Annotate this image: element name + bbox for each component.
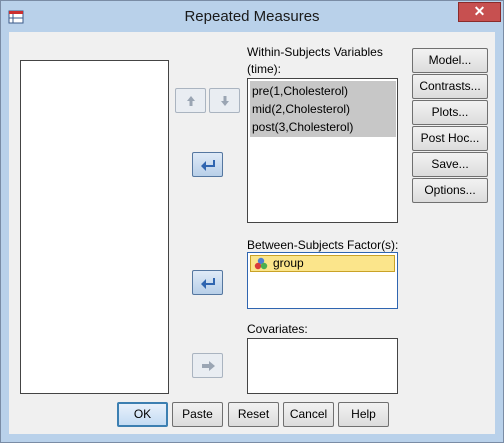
list-item[interactable]: group bbox=[250, 255, 395, 272]
arrow-right-icon bbox=[200, 159, 215, 171]
reset-button[interactable]: Reset bbox=[228, 402, 279, 427]
within-item[interactable]: pre(1,Cholesterol) bbox=[252, 82, 348, 100]
move-to-between-button[interactable] bbox=[192, 270, 223, 295]
nominal-variable-icon bbox=[254, 257, 268, 270]
within-item[interactable]: post(3,Cholesterol) bbox=[252, 118, 353, 136]
between-subjects-label: Between-Subjects Factor(s): bbox=[247, 238, 399, 252]
move-down-button[interactable] bbox=[209, 88, 240, 113]
paste-button[interactable]: Paste bbox=[172, 402, 223, 427]
move-to-within-button[interactable] bbox=[192, 152, 223, 177]
arrow-down-icon bbox=[220, 95, 229, 106]
contrasts-button[interactable]: Contrasts... bbox=[412, 74, 488, 99]
model-button[interactable]: Model... bbox=[412, 48, 488, 73]
move-to-covariates-button[interactable] bbox=[192, 353, 223, 378]
window-title: Repeated Measures bbox=[184, 8, 320, 25]
repeated-measures-dialog: Repeated Measures ✕ Within-Subjects Vari… bbox=[0, 0, 504, 443]
arrow-up-icon bbox=[186, 95, 195, 106]
close-button[interactable]: ✕ bbox=[458, 2, 501, 22]
within-subjects-list[interactable]: pre(1,Cholesterol) mid(2,Cholesterol) po… bbox=[247, 78, 398, 223]
source-variable-list[interactable] bbox=[20, 60, 169, 394]
move-up-button[interactable] bbox=[175, 88, 206, 113]
post-hoc-button[interactable]: Post Hoc... bbox=[412, 126, 488, 151]
within-item[interactable]: mid(2,Cholesterol) bbox=[252, 100, 350, 118]
title-bar: Repeated Measures ✕ bbox=[1, 1, 503, 32]
covariates-label: Covariates: bbox=[247, 322, 308, 336]
between-subjects-list[interactable]: group bbox=[247, 252, 398, 309]
within-subjects-label: Within-Subjects Variables bbox=[247, 45, 383, 59]
arrow-right-icon bbox=[201, 360, 215, 371]
arrow-right-icon bbox=[200, 277, 215, 289]
between-item-label: group bbox=[273, 256, 304, 270]
help-button[interactable]: Help bbox=[338, 402, 389, 427]
covariates-list[interactable] bbox=[247, 338, 398, 394]
dialog-body: Within-Subjects Variables (time): pre(1,… bbox=[9, 32, 495, 434]
cancel-button[interactable]: Cancel bbox=[283, 402, 334, 427]
ok-button[interactable]: OK bbox=[117, 402, 168, 427]
plots-button[interactable]: Plots... bbox=[412, 100, 488, 125]
within-factor-label: (time): bbox=[247, 62, 281, 76]
save-button[interactable]: Save... bbox=[412, 152, 488, 177]
options-button[interactable]: Options... bbox=[412, 178, 488, 203]
